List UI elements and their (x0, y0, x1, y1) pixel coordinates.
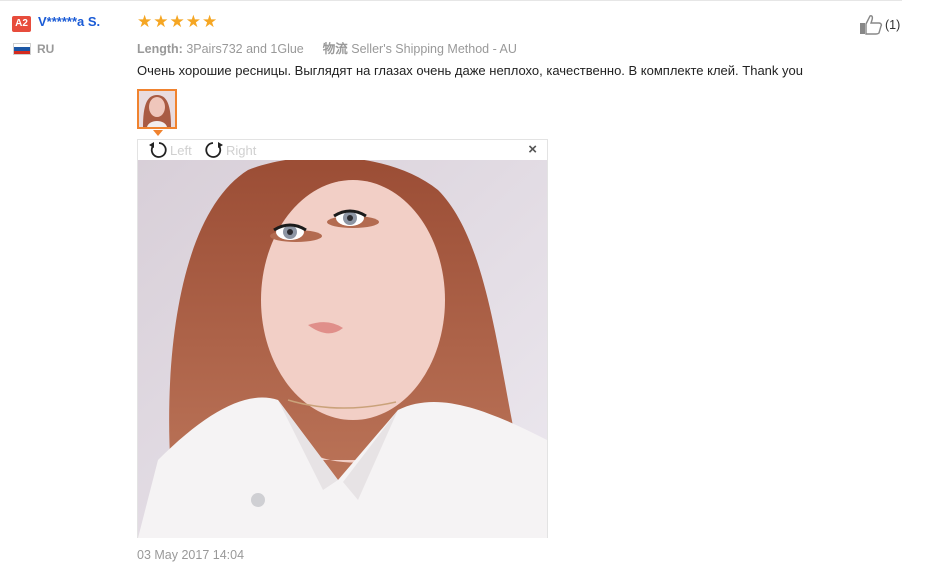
buyer-level-badge: A2 (12, 16, 31, 32)
thumbs-up-icon (860, 15, 883, 35)
rotate-right-icon (205, 142, 223, 158)
star-icon: ★ (169, 12, 185, 31)
review-text: Очень хорошие ресницы. Выглядят на глаза… (137, 63, 803, 78)
review-photo-thumbnail[interactable] (137, 89, 177, 129)
thumbnail-selected-caret (153, 130, 163, 136)
review-date: 03 May 2017 14:04 (137, 548, 245, 562)
star-icon: ★ (153, 12, 169, 31)
helpful-button[interactable]: (1) (859, 14, 900, 36)
viewer-toolbar: Left Right × (138, 140, 547, 160)
review-photo (138, 160, 547, 538)
rotate-right-button[interactable]: Right (204, 141, 256, 159)
close-viewer-button[interactable]: × (528, 142, 537, 158)
star-icon: ★ (202, 12, 218, 31)
russia-flag-icon (13, 43, 31, 55)
reviewer-name[interactable]: V******a S. (38, 14, 100, 29)
product-attributes: Length: 3Pairs732 and 1Glue 物流 Seller's … (137, 38, 517, 57)
helpful-count: (1) (885, 18, 901, 32)
rotate-left-icon (149, 142, 167, 158)
rotate-left-label: Left (170, 142, 192, 158)
logistics-value: Seller's Shipping Method - AU (351, 42, 517, 56)
star-icon: ★ (137, 12, 153, 31)
star-rating: ★ ★ ★ ★ ★ (137, 13, 217, 31)
photo-viewer: Left Right × (137, 139, 548, 538)
logistics-label: 物流 (322, 42, 348, 56)
star-icon: ★ (185, 12, 201, 31)
top-divider (0, 0, 902, 1)
reviewer-country: RU (37, 42, 55, 56)
length-label: Length: (137, 42, 183, 56)
rotate-right-label: Right (226, 142, 257, 158)
rotate-left-button[interactable]: Left (148, 141, 192, 159)
length-value: 3Pairs732 and 1Glue (186, 42, 304, 56)
